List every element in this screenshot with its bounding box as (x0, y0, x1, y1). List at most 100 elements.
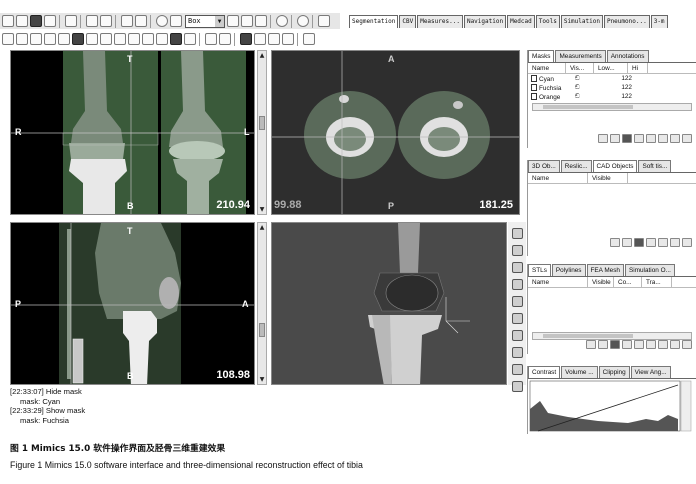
tab-3-m[interactable]: 3-m (650, 15, 668, 28)
panel-tab[interactable]: Clipping (598, 366, 630, 378)
open-file-icon[interactable] (16, 15, 28, 27)
panel-tab[interactable]: Annotations (606, 50, 649, 62)
mask-row[interactable]: Orange ඞ 122 (528, 92, 696, 101)
delete-mask-icon[interactable] (622, 134, 632, 143)
zoom-fit-icon[interactable] (255, 15, 267, 27)
column-header[interactable]: Name (528, 63, 566, 73)
rotate-3d-icon[interactable] (511, 296, 523, 307)
new-file-icon[interactable] (2, 15, 14, 27)
redo-icon[interactable] (135, 15, 147, 27)
column-header[interactable]: Vis... (566, 63, 594, 73)
coronal-view[interactable]: T R L B 210.94 (10, 50, 255, 215)
properties-icon[interactable] (646, 238, 656, 247)
table-icon[interactable] (646, 134, 656, 143)
scroll-up-icon[interactable]: ▲ (258, 223, 266, 232)
corner-icon[interactable] (511, 381, 523, 392)
column-header[interactable]: Visible (588, 277, 614, 287)
panel-tab[interactable]: View Ang... (630, 366, 671, 378)
axis-icon[interactable] (2, 33, 14, 45)
reduce-icon[interactable] (658, 340, 668, 349)
tab-segmentation[interactable]: Segmentation (349, 15, 399, 28)
threshold-icon[interactable] (72, 33, 84, 45)
view-cube-icon[interactable] (511, 228, 523, 239)
eye-icon[interactable]: ඞ (572, 93, 602, 101)
mask-overlay-icon[interactable] (268, 33, 280, 45)
delete-object-icon[interactable] (634, 238, 644, 247)
next-icon[interactable] (682, 134, 692, 143)
properties-icon[interactable] (634, 134, 644, 143)
boolean-icon[interactable] (184, 33, 196, 45)
panel-tab[interactable]: Simulation O... (624, 264, 675, 276)
column-header[interactable]: Tra... (642, 277, 672, 287)
lock-icon[interactable] (658, 134, 668, 143)
eye-icon[interactable]: ඞ (572, 84, 602, 92)
panel-tab[interactable]: Masks (528, 50, 555, 62)
panel-tab[interactable]: STLs (528, 264, 551, 276)
table-icon[interactable] (658, 238, 668, 247)
eye-icon[interactable]: ඞ (572, 75, 602, 83)
tab-tools[interactable]: Tools (535, 15, 560, 28)
print-icon[interactable] (44, 15, 56, 27)
panel-tab[interactable]: 3D Ob... (528, 160, 560, 172)
zoom-in-icon[interactable] (227, 15, 239, 27)
panel-tab[interactable]: Polylines (551, 264, 586, 276)
zoom-out-icon[interactable] (241, 15, 253, 27)
column-header[interactable]: Co... (614, 277, 642, 287)
layout-icon[interactable] (318, 15, 330, 27)
calculate-icon[interactable] (670, 134, 680, 143)
tab-navigation[interactable]: Navigation (463, 15, 507, 28)
lighting-icon[interactable] (511, 364, 523, 375)
copy-stl-icon[interactable] (598, 340, 608, 349)
tab-pneumono[interactable]: Pneumono... (603, 15, 650, 28)
view-box-icon[interactable] (511, 262, 523, 273)
stl-hscrollbar[interactable] (532, 332, 692, 340)
wrap-icon[interactable] (254, 33, 266, 45)
rotate-icon[interactable] (156, 15, 168, 27)
new-mask-icon[interactable] (598, 134, 608, 143)
masks-hscrollbar[interactable] (532, 103, 692, 111)
tab-simulation[interactable]: Simulation (560, 15, 603, 28)
axial-view[interactable]: A P 99.88 181.25 (271, 50, 520, 215)
tab-medcad[interactable]: Medcad (507, 15, 535, 28)
calculate-3d-icon[interactable] (205, 33, 217, 45)
export-icon[interactable] (646, 340, 656, 349)
properties-icon[interactable] (622, 340, 632, 349)
sagittal-view[interactable]: T P A B 108.98 (10, 222, 255, 385)
next-icon[interactable] (682, 238, 692, 247)
smooth-icon[interactable] (670, 340, 680, 349)
crop-icon[interactable] (282, 33, 294, 45)
line-icon[interactable] (30, 33, 42, 45)
panel-tab[interactable]: FEA Mesh (586, 264, 624, 276)
axis-3d-icon[interactable] (511, 347, 523, 358)
save-icon[interactable] (30, 15, 42, 27)
panel-tab[interactable]: Reslic... (560, 160, 592, 172)
pan-icon[interactable] (170, 15, 182, 27)
scroll-down-icon[interactable]: ▼ (258, 205, 266, 214)
column-header[interactable]: Visible (588, 173, 628, 183)
panel-tab[interactable]: Soft tis... (638, 160, 672, 172)
delete-stl-icon[interactable] (610, 340, 620, 349)
pencil-icon[interactable] (114, 33, 126, 45)
panel-tab[interactable]: Volume ... (561, 366, 598, 378)
scroll-down-icon[interactable]: ▼ (258, 375, 266, 384)
pan-3d-icon[interactable] (511, 330, 523, 341)
nodes-icon[interactable] (44, 33, 56, 45)
panel-tab[interactable]: Contrast (528, 366, 561, 378)
coronal-scrollbar[interactable]: ▲ ▼ (257, 50, 267, 215)
smooth-icon[interactable] (240, 33, 252, 45)
mask-row[interactable]: Cyan ඞ 122 (528, 74, 696, 83)
refresh-icon[interactable] (511, 313, 523, 324)
morphology-icon[interactable] (170, 33, 182, 45)
zoom-mode-select[interactable]: Box ▼ (185, 14, 225, 28)
column-header[interactable]: Low... (594, 63, 628, 73)
new-stl-icon[interactable] (586, 340, 596, 349)
duplicate-mask-icon[interactable] (610, 134, 620, 143)
export-icon[interactable] (670, 238, 680, 247)
undo-icon[interactable] (121, 15, 133, 27)
copy-icon[interactable] (86, 15, 98, 27)
region-grow-icon[interactable] (58, 33, 70, 45)
next-icon[interactable] (682, 340, 692, 349)
scroll-thumb[interactable] (259, 116, 265, 130)
scroll-thumb[interactable] (543, 334, 633, 338)
paste-icon[interactable] (100, 15, 112, 27)
